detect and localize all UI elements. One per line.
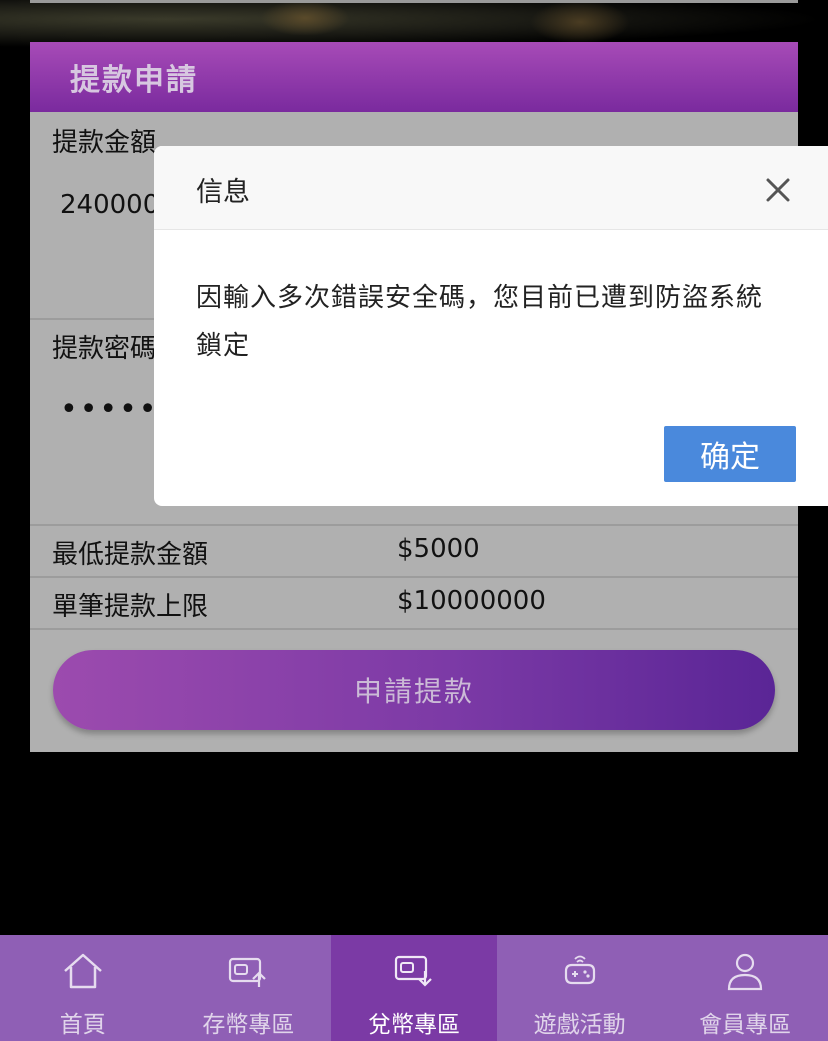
message-dialog: 信息 因輸入多次錯誤安全碼，您目前已遭到防盜系統 鎖定 确定 <box>154 146 828 506</box>
min-withdrawal-value: $5000 <box>397 534 480 564</box>
password-label: 提款密碼 <box>52 334 157 364</box>
user-icon <box>723 949 767 993</box>
dialog-title: 信息 <box>196 177 250 208</box>
nav-label: 遊戲活動 <box>533 1012 626 1038</box>
amount-label: 提款金額 <box>52 128 157 158</box>
nav-item-withdraw[interactable]: 兌幣專區 <box>331 935 497 1041</box>
divider <box>30 0 798 3</box>
withdraw-icon <box>392 949 436 993</box>
divider <box>30 628 798 630</box>
nav-item-deposit[interactable]: 存幣專區 <box>166 935 332 1041</box>
nav-label: 會員專區 <box>699 1012 792 1038</box>
amount-input[interactable]: 240000 <box>60 190 159 220</box>
home-icon <box>61 949 105 993</box>
dialog-message: 因輸入多次錯誤安全碼，您目前已遭到防盜系統 鎖定 <box>196 274 796 370</box>
max-withdrawal-label: 單筆提款上限 <box>52 592 209 622</box>
nav-label: 兌幣專區 <box>367 1012 460 1038</box>
dialog-message-line: 鎖定 <box>196 331 251 361</box>
nav-item-home[interactable]: 首頁 <box>0 935 166 1041</box>
banner-decoration <box>530 0 630 44</box>
nav-item-member[interactable]: 會員專區 <box>662 935 828 1041</box>
nav-label: 首頁 <box>59 1012 106 1038</box>
nav-label: 存幣專區 <box>202 1012 295 1038</box>
deposit-icon <box>226 949 270 993</box>
max-withdrawal-value: $10000000 <box>397 586 546 616</box>
apply-withdrawal-button[interactable]: 申請提款 <box>53 650 775 730</box>
nav-item-games[interactable]: 遊戲活動 <box>497 935 663 1041</box>
panel-header: 提款申請 <box>30 42 798 112</box>
gamepad-icon <box>558 949 602 993</box>
confirm-button[interactable]: 确定 <box>664 426 796 482</box>
banner-decoration <box>260 0 350 36</box>
min-withdrawal-label: 最低提款金額 <box>52 540 209 570</box>
page-title: 提款申請 <box>70 63 198 98</box>
divider <box>30 524 798 526</box>
background-banner <box>0 0 828 48</box>
dialog-header: 信息 <box>154 146 828 230</box>
close-icon[interactable] <box>760 172 796 208</box>
divider <box>30 576 798 578</box>
bottom-nav: 首頁 存幣專區 兌幣專區 遊戲活動 會員專區 <box>0 935 828 1041</box>
dialog-message-line: 因輸入多次錯誤安全碼，您目前已遭到防盜系統 <box>196 283 764 313</box>
